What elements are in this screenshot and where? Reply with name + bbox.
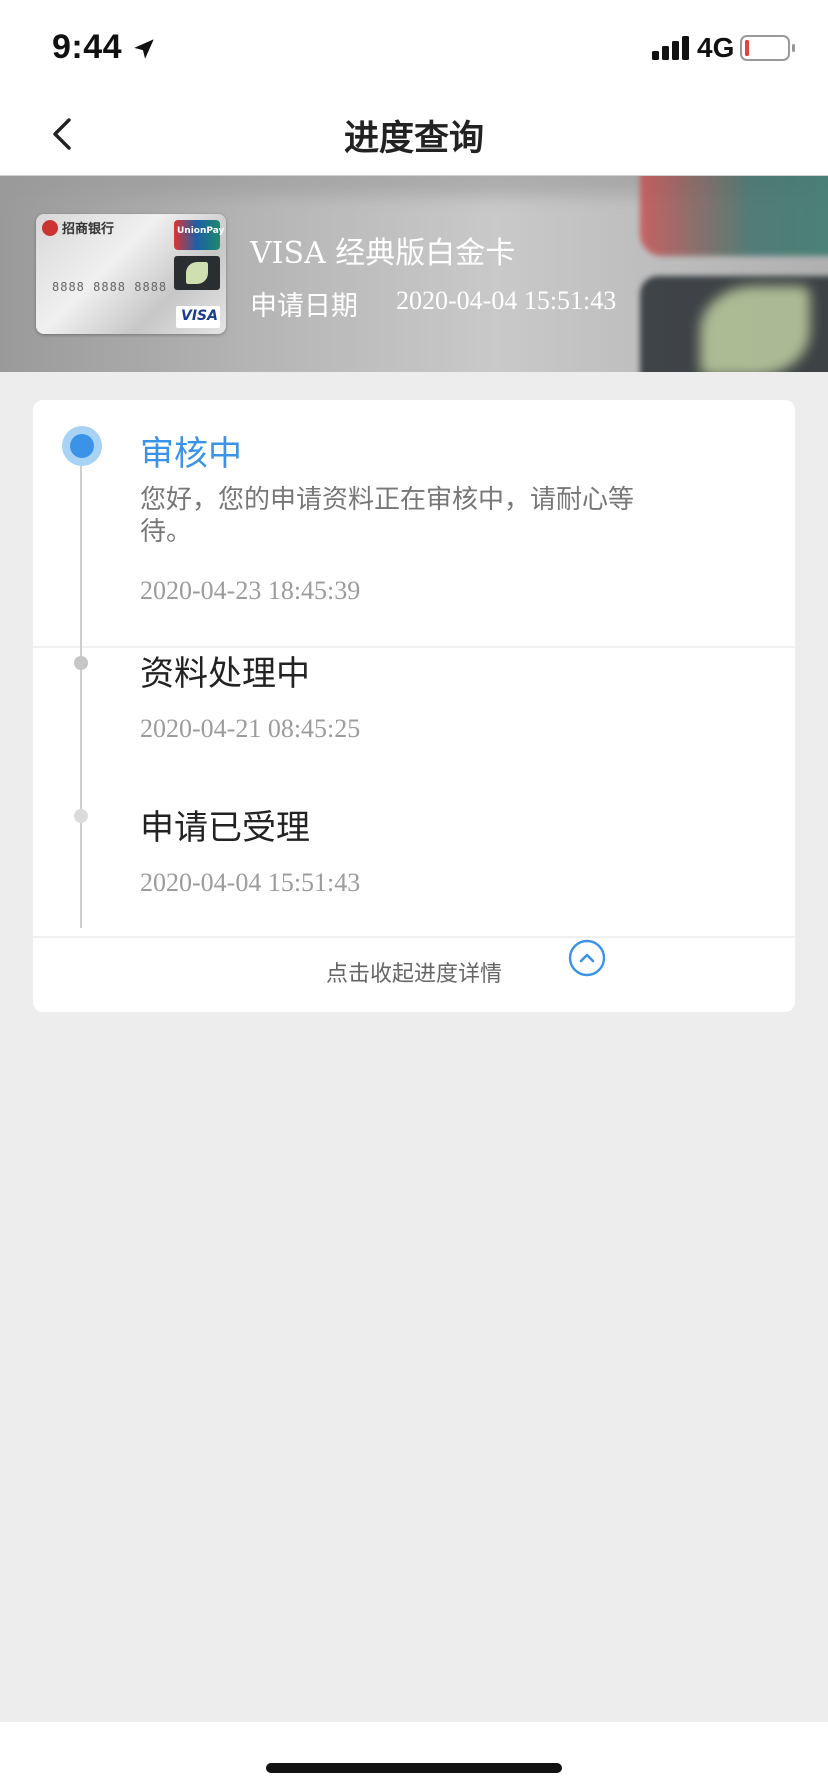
bank-logo-icon [42,220,58,236]
collapse-label: 点击收起进度详情 [326,962,503,987]
card-banner: 招商银行 UnionPay 8888 8888 8888 VISA VISA 经… [0,176,828,372]
apply-date: 2020-04-04 15:51:43 [396,286,617,315]
step-title-accepted: 申请已受理 [140,808,310,848]
nav-bar: 进度查询 [0,92,828,176]
card-name: VISA 经典版白金卡 [250,236,516,271]
step-description: 您好，您的申请资料正在审核中，请耐心等待。 [140,485,635,547]
network-label: 4G [697,32,735,63]
signal-icon [652,36,689,60]
screen: 9:44 4G 进度查询 招商银行 UnionPay 8888 8888 888… [0,0,828,1792]
banner-blur-red [640,176,828,256]
apply-date-label: 申请日期 [250,291,358,322]
location-arrow-icon [134,39,154,59]
step-title-processing: 资料处理中 [140,654,310,694]
bottom-safe-area [0,1722,828,1792]
collapse-details-button[interactable]: 点击收起进度详情 [33,936,795,1012]
home-indicator[interactable] [266,1763,562,1773]
banner-blur-leaf [700,286,810,372]
step-time-accepted: 2020-04-04 15:51:43 [140,868,361,897]
timeline-dot [74,656,88,670]
battery-icon [740,35,795,61]
card-unionpay-text: UnionPay [177,226,225,236]
status-time: 9:44 [52,28,123,66]
card-image: 招商银行 UnionPay 8888 8888 8888 VISA [36,214,226,334]
chevron-up-circle-icon [568,939,606,977]
card-leaf-icon [186,262,208,284]
step-time-processing: 2020-04-21 08:45:25 [140,714,361,743]
timeline-line [80,444,82,928]
card-visa-text: VISA [181,308,218,324]
card-number: 8888 8888 8888 [52,280,168,294]
timeline-dot-active [62,426,102,466]
step-time-reviewing: 2020-04-23 18:45:39 [140,576,361,605]
timeline-dot [74,809,88,823]
page-title: 进度查询 [343,119,484,159]
step-title-reviewing: 审核中 [140,434,242,474]
card-bank-name: 招商银行 [62,222,115,237]
status-bar: 9:44 4G [0,0,828,92]
